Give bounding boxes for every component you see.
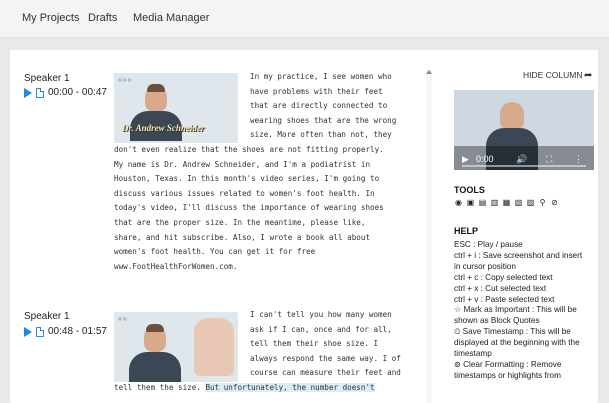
transcript-highlight[interactable]: But unfortunately, the number doesn't <box>205 383 375 392</box>
record-icon[interactable]: ◉ <box>454 198 463 207</box>
document-icon[interactable] <box>36 87 44 98</box>
speaker-label: Speaker 1 <box>24 311 70 322</box>
help-line: ctrl + v : Paste selected text <box>454 294 555 304</box>
speaker-hair-icon <box>147 84 165 92</box>
transcript-line: My name is Dr. Andrew Schneider, and I'm… <box>114 159 371 169</box>
feet-image-icon <box>194 318 234 376</box>
editor-panel: Speaker 1 00:00 - 00:47 ▦ ▦ ▦ Dr. Andrew… <box>10 50 598 403</box>
speaker-label: Speaker 1 <box>24 73 70 84</box>
nav-my-projects[interactable]: My Projects <box>22 12 79 24</box>
volume-icon[interactable]: 🔊 <box>516 154 527 165</box>
fullscreen-icon[interactable]: ⛶ <box>546 154 552 165</box>
top-navigation: My Projects Drafts Media Manager <box>0 0 609 38</box>
thumbnail-caption: Dr. Andrew Schneider <box>122 123 205 133</box>
transcript-line: In my practice, I see women who <box>250 72 392 81</box>
tools-toolbar: ◉ ▣ ▤ ▥ ▦ ▧ ▨ ⚲ ⊘ <box>454 198 559 207</box>
screenshot-icon[interactable]: ▧ <box>514 198 523 207</box>
transcript-line: discuss various issues related to women'… <box>114 188 375 198</box>
transcript-line: women's foot health. You can get it for … <box>114 247 316 257</box>
help-line: ⊚ Clear Formatting : Remove <box>454 359 562 369</box>
speaker-head-icon <box>500 102 524 130</box>
insert-image-icon[interactable]: ▨ <box>526 198 535 207</box>
nav-drafts[interactable]: Drafts <box>88 12 117 24</box>
help-title: HELP <box>454 226 479 236</box>
backdrop-logo-icon: ▦ ▦ <box>118 316 127 321</box>
print-icon[interactable]: ▦ <box>502 198 511 207</box>
play-icon[interactable] <box>24 326 32 337</box>
help-line: ☆ Mark as Important : This will be <box>454 305 577 315</box>
transcript-line: today's video, I'll discuss the importan… <box>114 203 384 213</box>
video-progress-bar[interactable] <box>462 165 586 167</box>
segment-time: 00:00 - 00:47 <box>48 87 107 98</box>
segment-time: 00:48 - 01:57 <box>48 326 107 337</box>
transcript-line: Houston, Texas. In this month's video se… <box>114 174 380 184</box>
help-line: ctrl + i : Save screenshot and insert <box>454 250 583 260</box>
hide-column-button[interactable]: HIDE COLUMN <box>523 70 583 80</box>
transcript-line: tell them the size. But unfortunately, t… <box>114 381 424 396</box>
transcript-line: www.FootHealthForWomen.com. <box>114 261 238 271</box>
speaker-hair-icon <box>146 324 164 332</box>
speaker-body-icon <box>129 352 181 382</box>
transcript-line: that are the proper size. In the meantim… <box>114 218 366 227</box>
video-player[interactable]: ▶ 0:00 🔊 ⛶ ⋮ <box>454 90 594 170</box>
help-line: shown as Block Quotes <box>454 316 540 326</box>
help-line: ctrl + x : Cut selected text <box>454 283 547 293</box>
video-time: 0:00 <box>476 154 494 164</box>
help-line: timestamp <box>454 349 492 359</box>
file-icon[interactable]: ▥ <box>490 198 499 207</box>
transcript-text-plain: tell them the size. <box>114 383 206 392</box>
segment-thumbnail[interactable]: ▦ ▦ <box>114 312 238 382</box>
clear-icon[interactable]: ⊘ <box>550 198 559 207</box>
help-line: timestamps or highlights from <box>454 370 561 380</box>
nav-media-manager[interactable]: Media Manager <box>133 12 209 24</box>
search-icon[interactable]: ⚲ <box>538 198 547 207</box>
share-arrow-icon[interactable]: ➦ <box>584 70 592 81</box>
more-options-icon[interactable]: ⋮ <box>574 154 583 165</box>
play-icon[interactable] <box>24 87 32 98</box>
help-line: ctrl + c : Copy selected text <box>454 272 553 282</box>
scrollbar-thumb[interactable] <box>426 70 432 403</box>
segment-meta: 00:00 - 00:47 <box>24 87 107 98</box>
tools-title: TOOLS <box>454 185 485 195</box>
segment-meta: 00:48 - 01:57 <box>24 326 107 337</box>
segment-thumbnail[interactable]: ▦ ▦ ▦ Dr. Andrew Schneider <box>114 73 238 143</box>
transcript-line: share, and hit subscribe. Also, I wrote … <box>114 232 371 242</box>
help-line: ⏲ Save Timestamp : This will be <box>454 327 571 337</box>
image-icon[interactable]: ▣ <box>466 198 475 207</box>
transcript-scrollbar[interactable] <box>426 70 432 403</box>
help-line: displayed at the beginning with the <box>454 338 580 348</box>
backdrop-logo-icon: ▦ ▦ ▦ <box>118 77 132 82</box>
document-icon[interactable] <box>36 326 44 337</box>
help-line: in cursor position <box>454 261 516 271</box>
transcript-line: don't even realize that the shoes are no… <box>114 145 384 154</box>
help-list: ESC : Play / pause ctrl + i : Save scree… <box>454 240 596 382</box>
video-play-icon[interactable]: ▶ <box>462 154 469 165</box>
scroll-up-arrow-icon[interactable] <box>426 70 432 74</box>
help-line: ESC : Play / pause <box>454 240 523 249</box>
save-icon[interactable]: ▤ <box>478 198 487 207</box>
